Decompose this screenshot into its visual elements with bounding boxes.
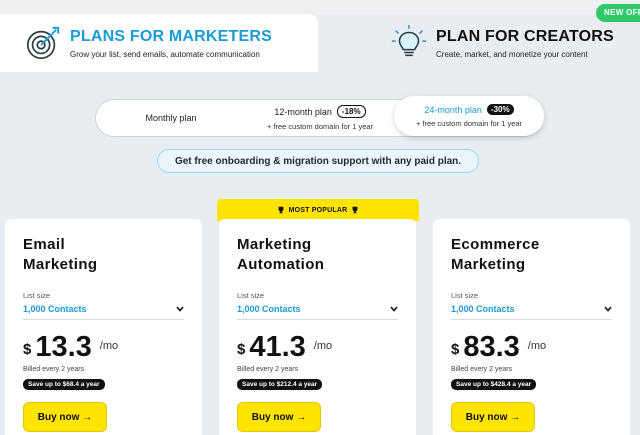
billing-note: Billed every 2 years: [237, 366, 299, 373]
trophy-icon: [352, 206, 358, 214]
marketers-title: PLANS FOR MARKETERS: [70, 27, 273, 45]
plan-card-marketing-automation: Marketing Automation List size 1,000 Con…: [219, 219, 416, 435]
price-row: $ 83.3 /mo: [451, 332, 612, 362]
savings-badge: Save up to $212.4 a year: [237, 379, 323, 390]
buy-now-button[interactable]: Buy now →: [237, 402, 321, 432]
billing-note: Billed every 2 years: [451, 366, 513, 373]
list-size-select[interactable]: 1,000 Contacts: [451, 304, 612, 320]
price-period: /mo: [527, 340, 547, 352]
most-popular-ribbon: MOST POPULAR: [217, 199, 419, 221]
new-offer-badge: NEW OFF: [596, 4, 640, 22]
most-popular-label: MOST POPULAR: [288, 206, 348, 214]
currency-symbol: $: [23, 341, 32, 358]
currency-symbol: $: [451, 341, 460, 358]
plan-card-email-marketing: Email Marketing List size 1,000 Contacts…: [5, 219, 202, 435]
plan-title: Ecommerce Marketing: [451, 236, 540, 273]
billing-option-label: 24-month plan: [424, 104, 482, 115]
chevron-down-icon: [390, 306, 398, 312]
plan-card-ecommerce-marketing: Ecommerce Marketing List size 1,000 Cont…: [433, 219, 630, 435]
buy-now-button[interactable]: Buy now →: [451, 402, 535, 432]
list-size-value: 1,000 Contacts: [23, 304, 87, 314]
billing-option-12-month[interactable]: 12-month plan -18% + free custom domain …: [246, 100, 394, 136]
list-size-select[interactable]: 1,000 Contacts: [237, 304, 398, 320]
list-size-label: List size: [23, 291, 51, 300]
billing-note: Billed every 2 years: [23, 366, 85, 373]
chevron-down-icon: [176, 306, 184, 312]
price-value: 13.3: [35, 331, 92, 363]
chevron-down-icon: [604, 306, 612, 312]
savings-badge: Save up to $68.4 a year: [23, 379, 105, 390]
list-size-label: List size: [451, 291, 479, 300]
tab-plan-for-creators[interactable]: PLAN FOR CREATORS Create, market, and mo…: [318, 14, 640, 72]
buy-now-button[interactable]: Buy now →: [23, 402, 107, 432]
billing-option-note: + free custom domain for 1 year: [266, 122, 374, 131]
price-row: $ 41.3 /mo: [237, 332, 398, 362]
list-size-label: List size: [237, 291, 265, 300]
price-value: 41.3: [249, 331, 306, 363]
price-row: $ 13.3 /mo: [23, 332, 184, 362]
lightbulb-icon: [391, 24, 427, 57]
list-size-value: 1,000 Contacts: [237, 304, 301, 314]
billing-option-label: 12-month plan: [274, 106, 332, 117]
savings-badge: Save up to $428.4 a year: [451, 379, 537, 390]
billing-period-toggle: Monthly plan 12-month plan -18% + free c…: [95, 96, 544, 137]
discount-badge: -18%: [336, 105, 366, 118]
price-value: 83.3: [463, 331, 520, 363]
list-size-select[interactable]: 1,000 Contacts: [23, 304, 184, 320]
discount-badge: -30%: [486, 104, 514, 115]
plan-title: Email Marketing: [23, 236, 98, 273]
target-icon: [26, 26, 60, 60]
onboarding-banner: Get free onboarding & migration support …: [157, 149, 479, 173]
plan-title: Marketing Automation: [237, 236, 325, 273]
billing-option-24-month[interactable]: 24-month plan -30% + free custom domain …: [394, 96, 544, 136]
price-period: /mo: [313, 340, 333, 352]
pricing-panel: Monthly plan 12-month plan -18% + free c…: [0, 72, 640, 435]
billing-option-monthly[interactable]: Monthly plan: [96, 100, 246, 136]
billing-option-label: Monthly plan: [145, 113, 197, 123]
creators-title: PLAN FOR CREATORS: [436, 27, 614, 45]
tab-plans-for-marketers[interactable]: PLANS FOR MARKETERS Grow your list, send…: [0, 14, 318, 72]
billing-option-note: + free custom domain for 1 year: [415, 119, 523, 128]
price-period: /mo: [99, 340, 119, 352]
currency-symbol: $: [237, 341, 246, 358]
trophy-icon: [278, 206, 283, 214]
marketers-subtitle: Grow your list, send emails, automate co…: [70, 49, 260, 59]
list-size-value: 1,000 Contacts: [451, 304, 515, 314]
creators-subtitle: Create, market, and monetize your conten…: [436, 49, 588, 59]
